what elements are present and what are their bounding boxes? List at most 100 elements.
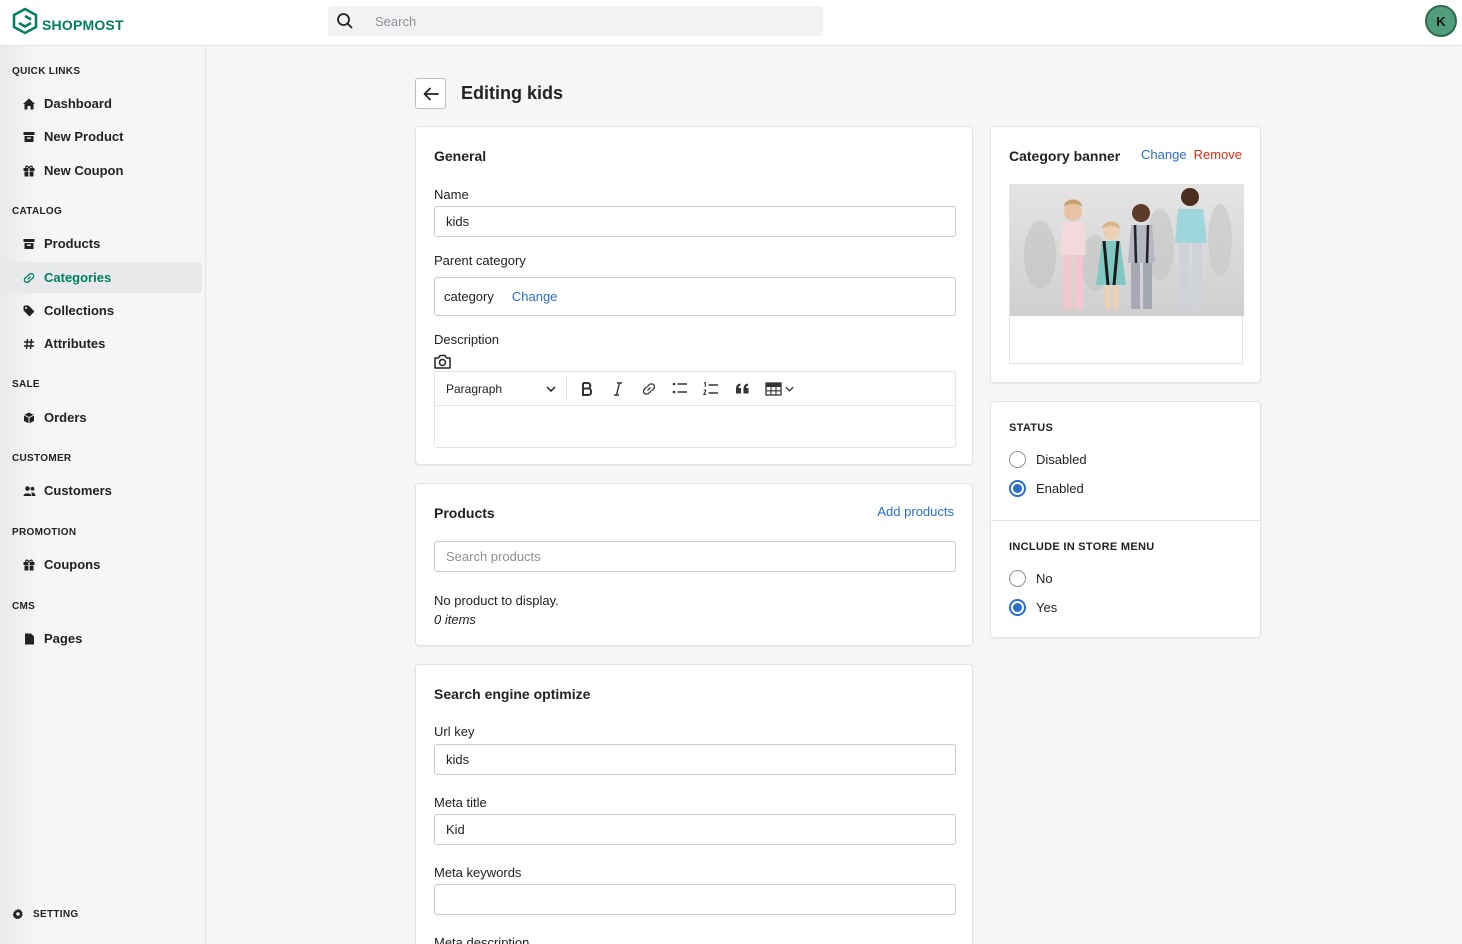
editor-toolbar: Paragraph [434,371,956,406]
cube-icon [22,411,36,425]
global-search[interactable] [328,6,823,36]
banner-title: Category banner [1009,148,1121,164]
seo-card: Search engine optimize Url key Meta titl… [415,664,973,944]
description-label: Description [434,332,500,347]
banner-card: Category banner Change Remove [990,126,1261,383]
sidebar-item-label: New Product [44,129,124,144]
sidebar-item-label: Attributes [44,336,106,351]
archive-icon [22,237,36,251]
sidebar-item-dashboard[interactable]: Dashboard [4,88,202,119]
hash-icon [22,337,36,351]
name-label: Name [434,187,469,202]
products-title: Products [434,505,495,521]
page-title: Editing kids [461,83,564,103]
bulleted-list-icon [672,382,687,394]
products-count: 0 items [434,612,476,627]
camera-icon[interactable] [434,354,451,369]
status-option-label: Disabled [1036,452,1087,467]
setting-link[interactable]: SETTING [12,908,78,920]
meta-title-label: Meta title [434,795,487,810]
sidebar-item-label: Products [44,236,101,251]
radio-no[interactable] [1009,570,1026,587]
parent-category-label: Parent category [434,253,526,268]
bold-icon [582,381,593,396]
meta-keywords-label: Meta keywords [434,865,522,880]
numbered-list-button[interactable] [699,377,723,401]
status-option-disabled[interactable]: Disabled [1009,451,1087,468]
seo-title: Search engine optimize [434,686,591,702]
status-divider [991,520,1260,521]
search-products-input[interactable] [434,541,956,572]
name-input[interactable] [434,206,956,237]
sidebar-item-orders[interactable]: Orders [4,402,202,433]
logo-icon [12,7,38,35]
logo[interactable]: SHOPMOST [12,7,124,35]
arrow-left-icon [423,87,439,100]
url-key-input[interactable] [434,744,956,775]
sidebar-item-categories[interactable]: Categories [4,262,202,293]
bold-button[interactable] [575,377,599,401]
sidebar-item-products[interactable]: Products [4,228,202,259]
sidebar-item-pages[interactable]: Pages [4,623,202,654]
sidebar-item-attributes[interactable]: Attributes [4,328,202,359]
top-header: SHOPMOST K [0,0,1462,46]
change-parent-link[interactable]: Change [512,289,558,304]
block-type-select[interactable]: Paragraph [446,382,556,396]
numbered-list-icon [703,381,718,395]
radio-disabled[interactable] [1009,451,1026,468]
avatar[interactable]: K [1425,5,1457,37]
status-option-label: Enabled [1036,481,1084,496]
section-title-promotion: PROMOTION [12,527,77,538]
meta-title-input[interactable] [434,814,956,845]
banner-image-frame [1009,184,1244,364]
blockquote-button[interactable] [730,377,754,401]
setting-label: SETTING [33,908,79,920]
section-title-quick-links: QUICK LINKS [12,66,81,77]
bulleted-list-button[interactable] [668,377,692,401]
gift-icon [22,558,36,572]
sidebar-item-label: Dashboard [44,96,112,111]
radio-yes[interactable] [1009,599,1026,616]
banner-actions: Change Remove [1141,147,1242,162]
store-menu-title: INCLUDE IN STORE MENU [1009,541,1155,553]
sidebar-item-label: New Coupon [44,163,124,178]
tag-icon [22,304,36,318]
link-button[interactable] [637,377,661,401]
meta-keywords-input[interactable] [434,884,956,915]
table-button[interactable] [761,377,797,401]
empty-products-text: No product to display. [434,593,559,608]
status-card: STATUS Disabled Enabled INCLUDE IN STORE… [990,401,1261,638]
sidebar-item-customers[interactable]: Customers [4,475,202,506]
store-menu-option-yes[interactable]: Yes [1009,599,1057,616]
sidebar: QUICK LINKS Dashboard New Product New Co… [0,46,206,944]
sidebar-item-label: Categories [44,270,112,285]
banner-image[interactable] [1010,185,1244,316]
general-card: General Name Parent category category Ch… [415,126,973,465]
meta-description-label: Meta description [434,935,530,944]
back-button[interactable] [415,78,446,109]
section-title-customer: CUSTOMER [12,453,72,464]
sidebar-item-new-product[interactable]: New Product [4,121,202,152]
italic-button[interactable] [606,377,630,401]
section-title-sale: SALE [12,379,40,390]
radio-enabled[interactable] [1009,480,1026,497]
sidebar-item-coupons[interactable]: Coupons [4,549,202,580]
parent-category-field: category Change [434,277,956,316]
sidebar-item-label: Collections [44,303,115,318]
chevron-down-icon [546,385,556,392]
sidebar-item-collections[interactable]: Collections [4,295,202,326]
store-menu-option-label: No [1036,571,1053,586]
banner-change-link[interactable]: Change [1141,147,1187,162]
italic-icon [614,381,622,396]
banner-remove-link[interactable]: Remove [1194,147,1242,162]
description-editor[interactable] [434,405,956,448]
quote-icon [735,383,748,394]
users-icon [22,484,36,498]
add-products-link[interactable]: Add products [877,504,954,519]
chevron-down-icon [784,386,794,392]
status-option-enabled[interactable]: Enabled [1009,480,1084,497]
toolbar-divider [566,376,567,401]
search-input[interactable] [375,6,815,36]
store-menu-option-no[interactable]: No [1009,570,1053,587]
sidebar-item-new-coupon[interactable]: New Coupon [4,155,202,186]
